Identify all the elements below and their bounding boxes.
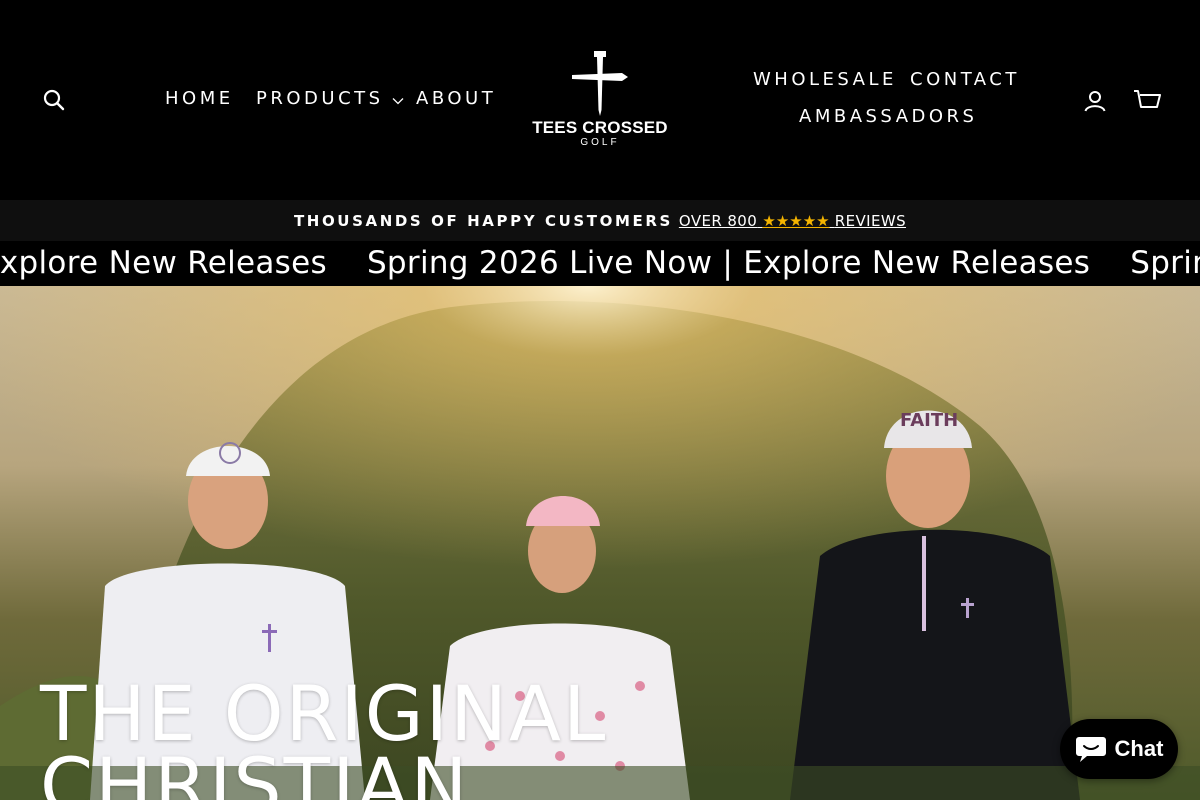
nav-products-label: PRODUCTS (256, 88, 384, 109)
account-icon (1084, 91, 1106, 112)
nav-contact[interactable]: CONTACT (910, 69, 1020, 90)
chevron-down-icon (392, 89, 404, 110)
search-button[interactable] (40, 86, 68, 114)
nav-products[interactable]: PRODUCTS (256, 88, 404, 110)
reviews-link[interactable]: OVER 800 ★★★★★ REVIEWS (679, 212, 906, 230)
logo-sub: GOLF (580, 137, 620, 148)
announcement-bar: THOUSANDS OF HAPPY CUSTOMERS OVER 800 ★★… (0, 200, 1200, 241)
cart-button[interactable] (1131, 85, 1163, 115)
scrolling-marquee: Explore New Releases Spring 2026 Live Now… (0, 241, 1200, 286)
marquee-track: Explore New Releases Spring 2026 Live Now… (0, 245, 1200, 281)
marquee-item[interactable]: Spring 2026 Live Now | Explore New Relea… (367, 245, 1090, 281)
hero-banner: FAITH THE ORIGINAL CHRISTIAN (0, 286, 1200, 800)
reviews-link-suffix: REVIEWS (834, 211, 907, 230)
logo[interactable]: TEES CROSSED GOLF (530, 48, 670, 152)
chat-bubble-icon (1075, 737, 1106, 762)
chat-label: Chat (1114, 736, 1164, 761)
announcement-text: THOUSANDS OF HAPPY CUSTOMERS (293, 211, 673, 230)
site-header: HOME PRODUCTS ABOUT TEES CROSSED GOLF WH… (0, 0, 1200, 200)
nav-wholesale[interactable]: WHOLESALE (753, 69, 897, 90)
marquee-item[interactable]: Spring 2026 Live Now | Explore New Relea… (1130, 245, 1200, 281)
rating-stars: ★★★★★ (762, 211, 830, 230)
hero-title-line1: THE ORIGINAL (40, 669, 608, 758)
account-button[interactable] (1081, 87, 1109, 115)
nav-ambassadors[interactable]: AMBASSADORS (799, 106, 977, 127)
logo-name: TEES CROSSED (532, 118, 668, 137)
hero-title: THE ORIGINAL CHRISTIAN (40, 669, 608, 800)
nav-about[interactable]: ABOUT (416, 88, 496, 109)
nav-home[interactable]: HOME (165, 88, 234, 109)
search-icon (43, 89, 65, 111)
reviews-link-prefix: OVER 800 (678, 211, 758, 230)
svg-text:FAITH: FAITH (900, 410, 958, 431)
chat-button[interactable]: Chat (1060, 719, 1178, 779)
cart-icon (1134, 90, 1161, 108)
golf-tee-cross-logo-icon (572, 51, 628, 116)
marquee-item[interactable]: Explore New Releases (0, 245, 327, 281)
